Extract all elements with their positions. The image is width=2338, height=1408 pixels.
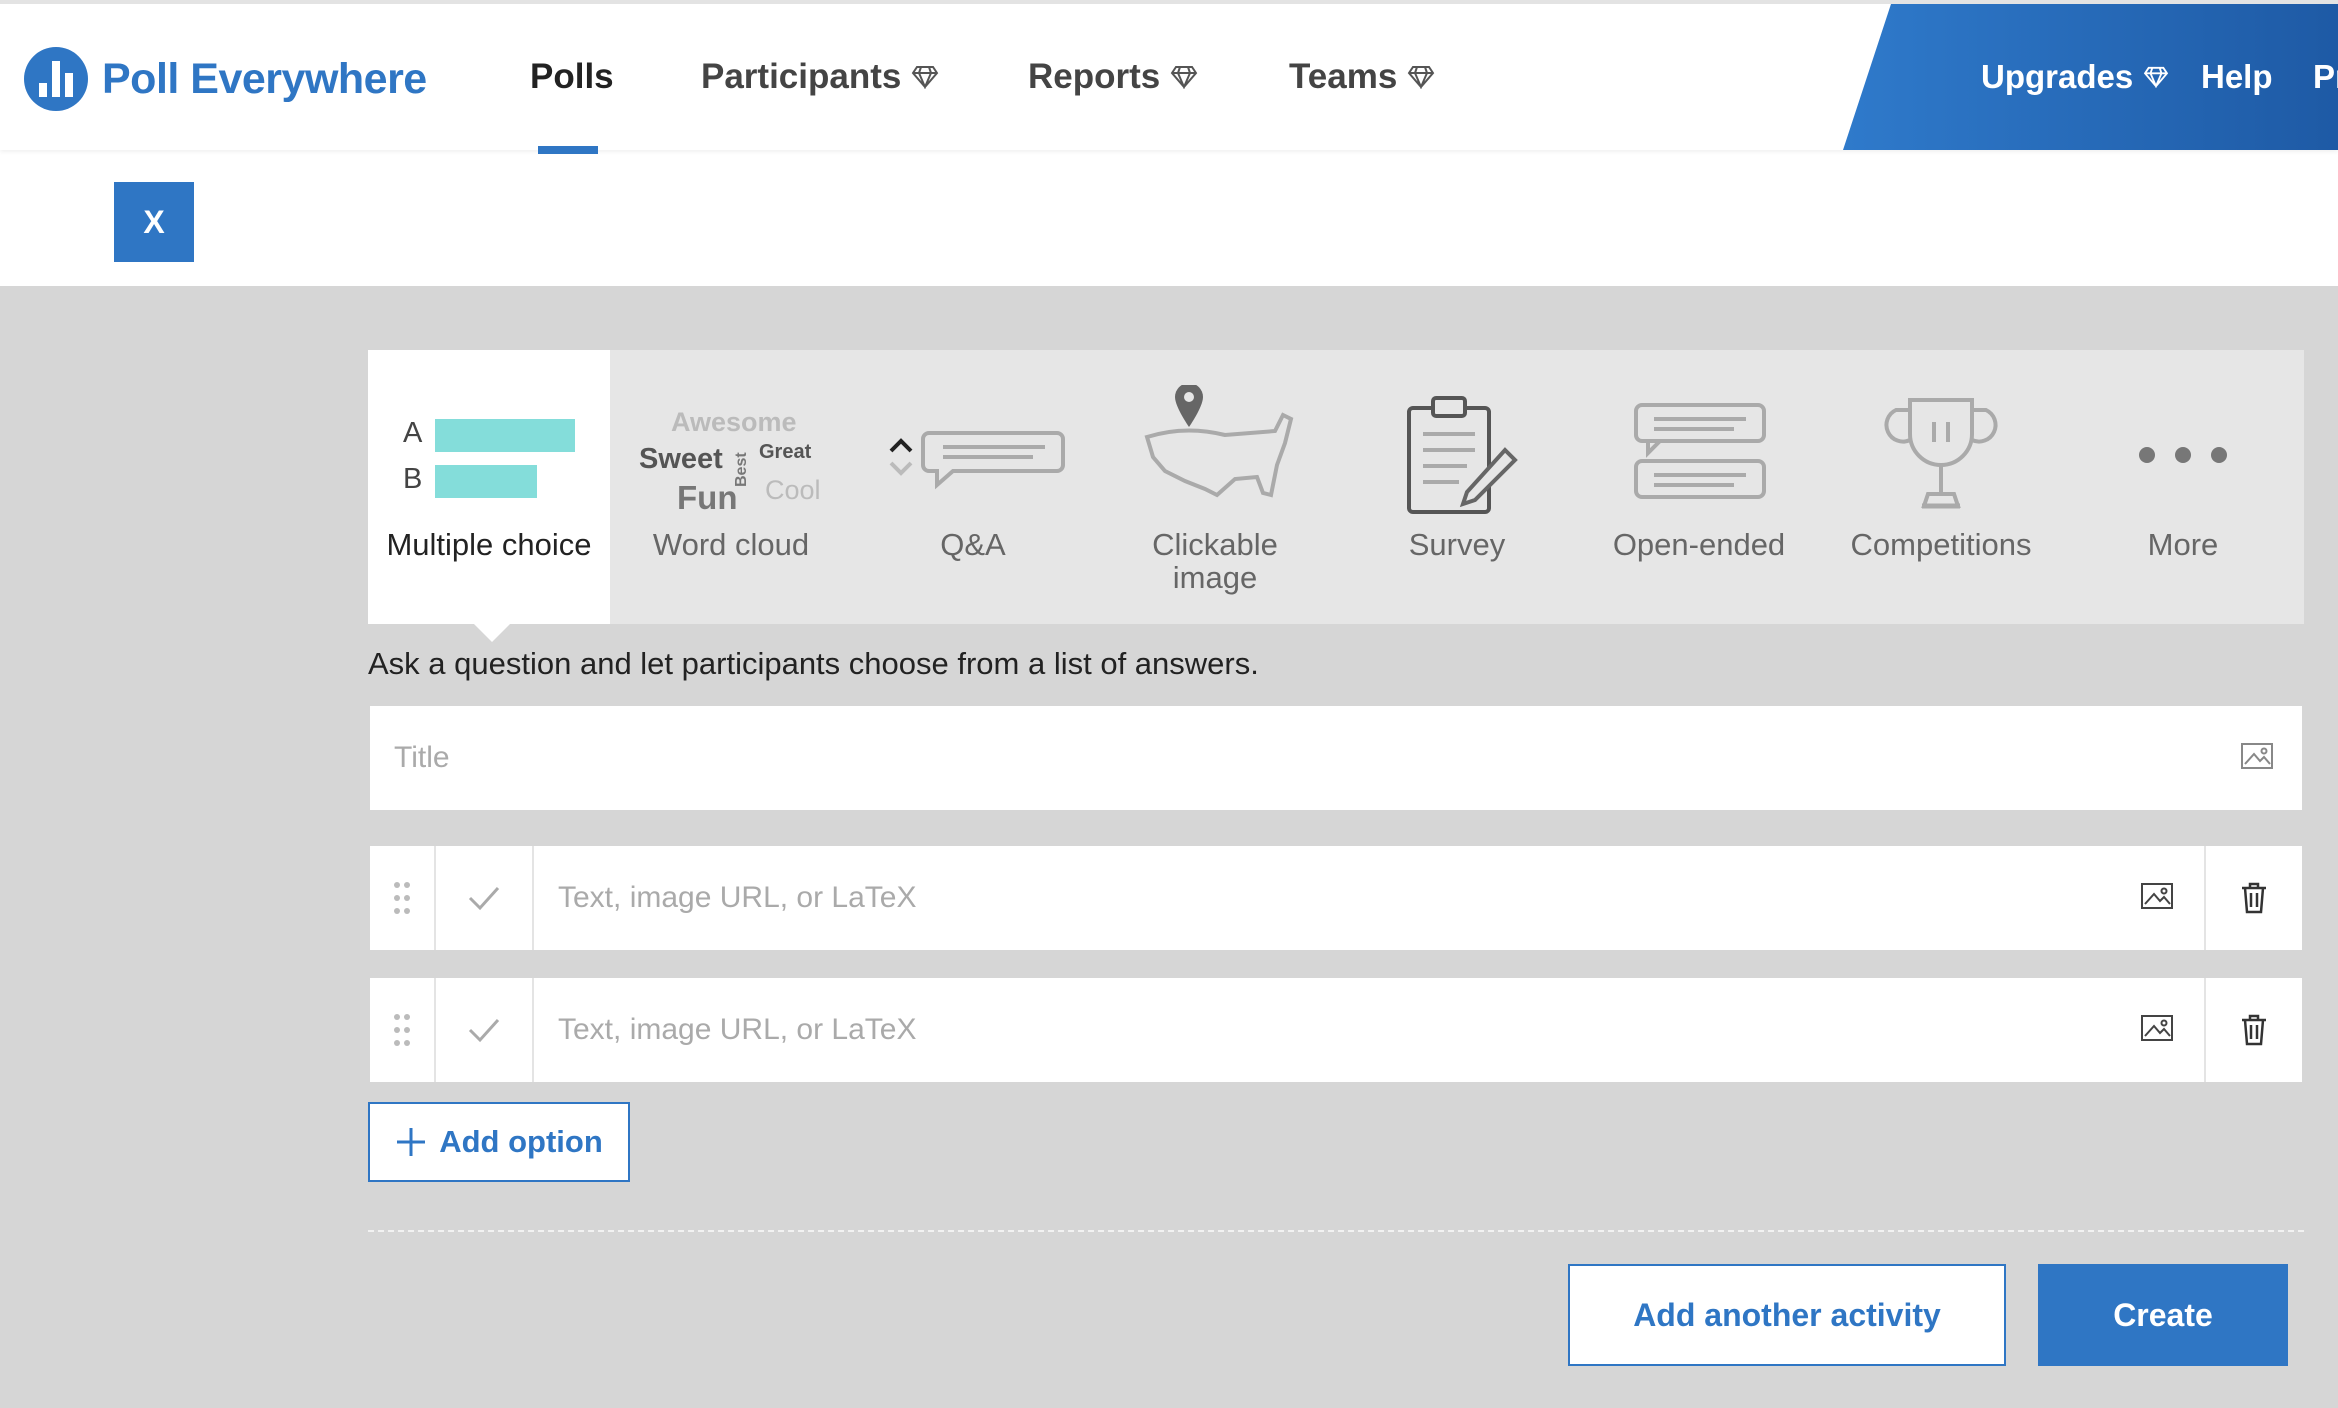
word-cloud-label: Word cloud — [652, 527, 810, 562]
activity-type-multiple-choice[interactable]: A B Multiple choice — [368, 350, 610, 624]
nav-reports-label: Reports — [1028, 57, 1161, 96]
brand-name: Poll Everywhere — [102, 54, 427, 103]
help-label: Help — [2201, 58, 2273, 95]
qa-label: Q&A — [940, 527, 1006, 562]
profile-label: Pr — [2313, 58, 2338, 95]
trophy-icon — [1820, 380, 2062, 530]
word-cloud-icon: Awesome Sweet Best Great Fun Cool — [610, 380, 852, 530]
section-divider — [368, 1230, 2304, 1232]
activity-type-more[interactable]: More — [2062, 350, 2304, 624]
image-icon[interactable] — [2140, 1014, 2174, 1047]
diamond-icon — [2143, 66, 2169, 88]
qa-icon — [852, 380, 1094, 530]
diamond-icon — [911, 65, 939, 89]
more-dots-icon — [2062, 380, 2304, 530]
nav-participants[interactable]: Participants — [701, 4, 939, 150]
activity-type-clickable-image[interactable]: Clickable image — [1094, 350, 1336, 624]
multiple-choice-row-a: A — [403, 417, 423, 449]
mark-correct-checkmark-icon[interactable] — [436, 978, 534, 1082]
clickable-image-label-line2: image — [1172, 560, 1258, 595]
diamond-icon — [1170, 65, 1198, 89]
activity-type-competitions[interactable]: Competitions — [1820, 350, 2062, 624]
nav-active-indicator — [538, 146, 598, 154]
diamond-icon — [1407, 65, 1435, 89]
word-cloud-word: Sweet — [639, 443, 723, 475]
upgrades-link[interactable]: Upgrades — [1981, 4, 2169, 150]
nav-teams-label: Teams — [1289, 57, 1398, 96]
option-text-field — [534, 846, 2204, 950]
mark-correct-checkmark-icon[interactable] — [436, 846, 534, 950]
create-button[interactable]: Create — [2038, 1264, 2288, 1366]
add-option-button[interactable]: Add option — [368, 1102, 630, 1182]
title-field — [370, 706, 2302, 810]
multiple-choice-row-b: B — [403, 463, 423, 495]
activity-type-selector: A B Multiple choice Awesome Sweet Best G… — [368, 350, 2304, 624]
drag-handle-icon[interactable] — [370, 846, 436, 950]
word-cloud-word: Great — [759, 441, 812, 463]
word-cloud-word: Awesome — [671, 407, 797, 437]
open-ended-label: Open-ended — [1612, 527, 1786, 562]
trash-icon[interactable] — [2204, 846, 2302, 950]
poll-everywhere-logo-icon — [24, 47, 88, 111]
word-cloud-word: Cool — [765, 475, 821, 505]
answer-option-row — [370, 978, 2302, 1082]
activity-description: Ask a question and let participants choo… — [368, 646, 1259, 681]
trash-icon[interactable] — [2204, 978, 2302, 1082]
add-another-activity-button[interactable]: Add another activity — [1568, 1264, 2006, 1366]
activity-type-survey[interactable]: Survey — [1336, 350, 1578, 624]
word-cloud-word: Fun — [677, 479, 738, 516]
nav-polls-label: Polls — [530, 57, 614, 96]
map-pin-icon — [1094, 380, 1336, 530]
activity-type-qa[interactable]: Q&A — [852, 350, 1094, 624]
activity-type-word-cloud[interactable]: Awesome Sweet Best Great Fun Cool Word c… — [610, 350, 852, 624]
option-text-field — [534, 978, 2204, 1082]
answer-option-row — [370, 846, 2302, 950]
editor-header-strip — [0, 150, 2338, 286]
multiple-choice-icon: A B — [368, 380, 610, 530]
active-type-pointer — [474, 624, 510, 642]
drag-handle-icon[interactable] — [370, 978, 436, 1082]
nav-reports[interactable]: Reports — [1028, 4, 1198, 150]
competitions-label: Competitions — [1850, 527, 2032, 562]
plus-icon — [395, 1126, 427, 1158]
profile-menu[interactable]: Pr — [2313, 4, 2338, 150]
close-button[interactable]: X — [114, 182, 194, 262]
survey-label: Survey — [1408, 527, 1506, 562]
image-icon[interactable] — [2140, 882, 2174, 915]
option-text-input[interactable] — [558, 846, 2124, 950]
activity-type-open-ended[interactable]: Open-ended — [1578, 350, 1820, 624]
nav-participants-label: Participants — [701, 57, 902, 96]
add-option-label: Add option — [439, 1124, 603, 1159]
clickable-image-label: Clickable image — [1094, 528, 1336, 594]
brand-logo[interactable]: Poll Everywhere — [24, 44, 427, 114]
multiple-choice-label: Multiple choice — [386, 527, 592, 562]
clickable-image-label-line1: Clickable — [1152, 527, 1278, 562]
option-text-input[interactable] — [558, 978, 2124, 1082]
account-menu-area: Upgrades Help Pr — [1843, 4, 2338, 150]
nav-teams[interactable]: Teams — [1289, 4, 1435, 150]
chat-bubbles-icon — [1578, 380, 1820, 530]
nav-polls[interactable]: Polls — [530, 4, 614, 150]
title-input[interactable] — [394, 706, 2222, 810]
image-icon[interactable] — [2240, 742, 2274, 775]
help-link[interactable]: Help — [2201, 4, 2273, 150]
clipboard-icon — [1336, 380, 1578, 530]
more-label: More — [2147, 527, 2219, 562]
upgrades-label: Upgrades — [1981, 58, 2134, 95]
